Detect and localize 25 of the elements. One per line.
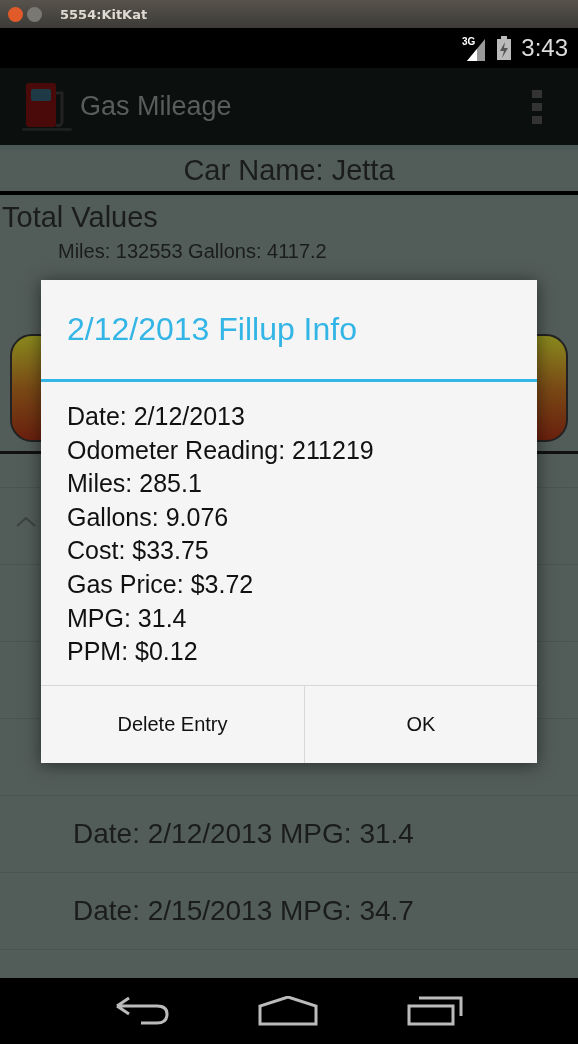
clock: 3:43 bbox=[521, 34, 568, 62]
close-icon[interactable] bbox=[8, 6, 23, 22]
detail-text: Cost: $33.75 bbox=[67, 535, 210, 567]
chevron-up-icon bbox=[16, 517, 36, 527]
home-icon[interactable] bbox=[258, 996, 318, 1026]
totals-text: Miles: 132553 Gallons: 4117.2 bbox=[58, 240, 328, 263]
detail-text: Gallons: 9.076 bbox=[67, 501, 230, 533]
gas-pump-icon bbox=[22, 82, 72, 131]
detail-text: Date: 2/12/2013 bbox=[67, 401, 246, 432]
recent-apps-icon[interactable] bbox=[407, 996, 464, 1026]
dialog-title: 2/12/2013 Fillup Info bbox=[41, 280, 537, 382]
detail-text: Odometer Reading: 211219 bbox=[67, 434, 375, 466]
detail-text: Miles: 285.1 bbox=[67, 468, 203, 500]
totals-heading: Total Values bbox=[2, 201, 159, 234]
dialog-button[interactable]: OK bbox=[305, 685, 537, 763]
detail-text: Gas Price: $3.72 bbox=[67, 568, 255, 600]
dialog-button[interactable]: Delete Entry bbox=[41, 685, 305, 763]
detail-text: MPG: 31.4 bbox=[67, 602, 188, 634]
car-name: Car Name: Jetta bbox=[0, 150, 578, 195]
network-type: 3G bbox=[461, 36, 476, 47]
battery-charging-icon bbox=[497, 36, 512, 60]
detail-text: PPM: $0.12 bbox=[67, 636, 199, 668]
window-title: 5554:KitKat bbox=[60, 6, 148, 22]
back-icon[interactable] bbox=[114, 996, 169, 1026]
app-title: Gas Mileage bbox=[80, 91, 233, 122]
